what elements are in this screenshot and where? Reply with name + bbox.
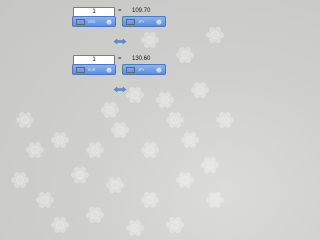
from-currency-label: USD bbox=[88, 20, 96, 24]
chevron-down-icon[interactable]: › bbox=[156, 66, 162, 73]
from-currency-label: EUR bbox=[88, 68, 96, 72]
result-value: 109.70 bbox=[132, 8, 151, 14]
to-currency-label: JPY bbox=[138, 68, 145, 72]
result-value: 130.60 bbox=[132, 56, 151, 62]
from-currency-selector[interactable]: EUR › bbox=[72, 64, 116, 75]
to-currency-label: JPY bbox=[138, 20, 145, 24]
jp-flag-icon bbox=[126, 19, 135, 25]
us-flag-icon bbox=[76, 19, 85, 25]
swap-arrows-icon[interactable] bbox=[113, 80, 127, 93]
chevron-down-icon[interactable]: › bbox=[106, 18, 112, 25]
from-currency-selector[interactable]: USD › bbox=[72, 16, 116, 27]
swap-arrows-icon[interactable] bbox=[113, 32, 127, 45]
equals-sign: = bbox=[118, 56, 122, 62]
to-currency-selector[interactable]: JPY › bbox=[122, 16, 166, 27]
eu-flag-icon bbox=[76, 67, 85, 73]
converter-row-2: = 130.60 EUR › JPY › bbox=[0, 48, 240, 100]
converter-row-1: = 109.70 USD › JPY › bbox=[0, 0, 240, 52]
chevron-down-icon[interactable]: › bbox=[156, 18, 162, 25]
chevron-down-icon[interactable]: › bbox=[106, 66, 112, 73]
jp-flag-icon bbox=[126, 67, 135, 73]
equals-sign: = bbox=[118, 8, 122, 14]
to-currency-selector[interactable]: JPY › bbox=[122, 64, 166, 75]
